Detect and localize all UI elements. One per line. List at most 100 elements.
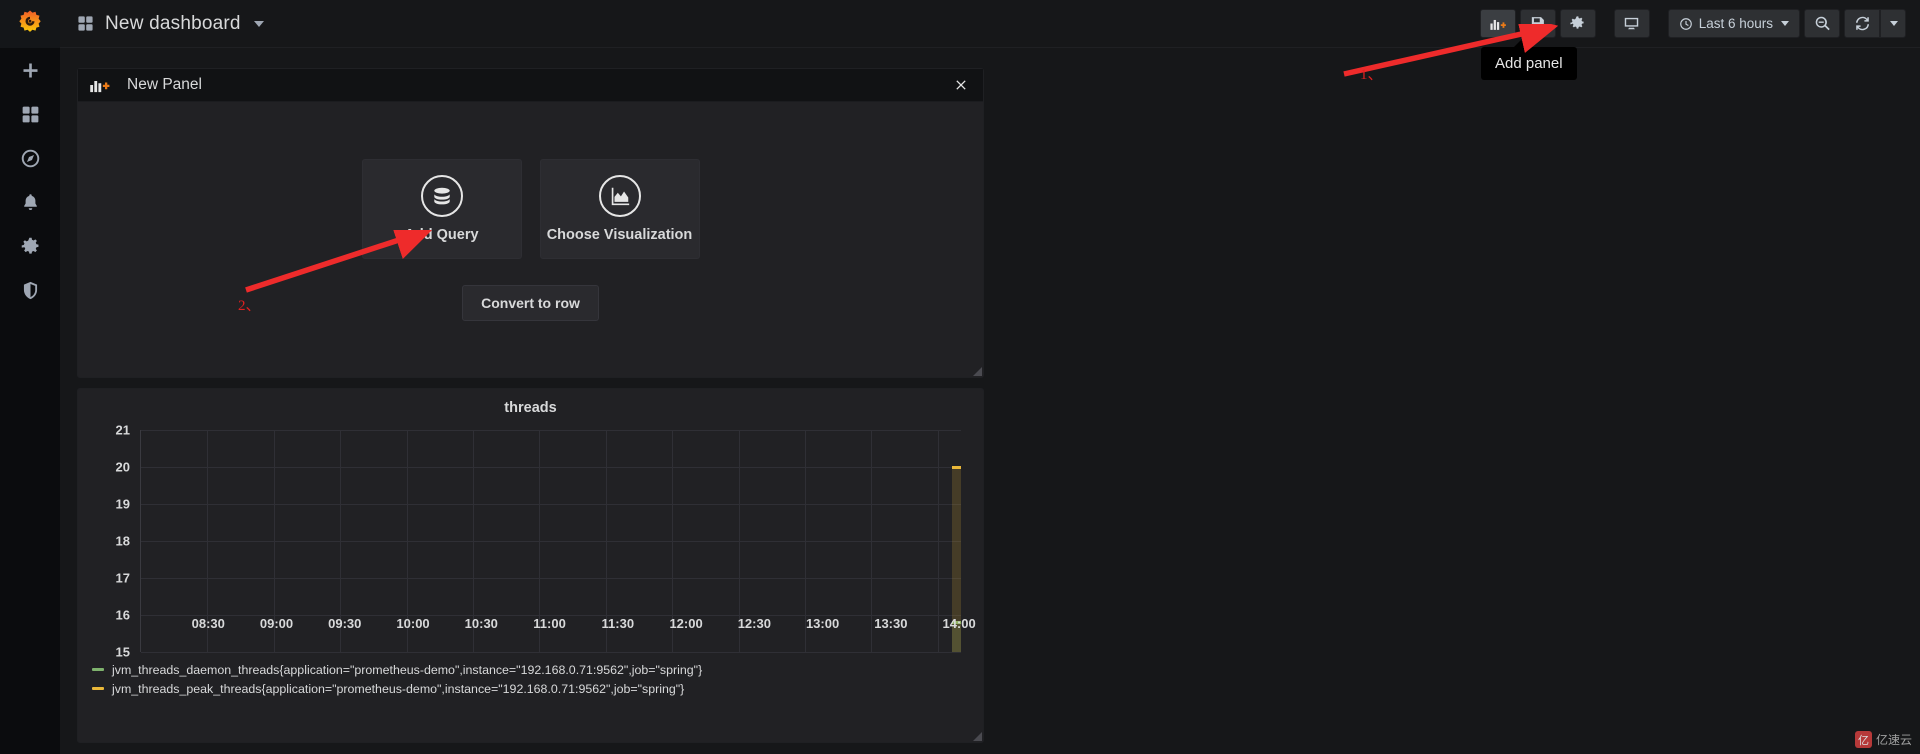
database-icon bbox=[420, 175, 463, 217]
toolbar: Last 6 hours bbox=[1479, 9, 1920, 38]
x-tick-label: 10:00 bbox=[396, 616, 430, 631]
new-panel-header: New Panel bbox=[78, 69, 983, 102]
sidebar-item-explore[interactable] bbox=[0, 136, 60, 180]
sidebar-item-create[interactable] bbox=[0, 48, 60, 92]
left-sidebar bbox=[0, 0, 60, 754]
new-panel-title[interactable]: New Panel bbox=[127, 76, 202, 94]
save-dashboard-button[interactable] bbox=[1519, 9, 1556, 38]
y-tick-label: 16 bbox=[115, 607, 130, 623]
bell-icon bbox=[23, 193, 37, 210]
add-panel-tooltip: Add panel bbox=[1481, 40, 1577, 80]
y-tick-label: 19 bbox=[115, 496, 130, 512]
grafana-logo-icon bbox=[19, 10, 41, 32]
gear-icon bbox=[21, 237, 38, 254]
sidebar-items bbox=[0, 48, 60, 312]
close-x-icon bbox=[956, 80, 966, 90]
x-tick-label: 09:30 bbox=[328, 616, 362, 631]
grid-line-horizontal bbox=[141, 504, 961, 505]
convert-to-row-button[interactable]: Convert to row bbox=[462, 285, 599, 321]
shield-icon bbox=[23, 281, 37, 299]
zoom-out-time-button[interactable] bbox=[1804, 9, 1840, 38]
add-panel-icon bbox=[90, 81, 110, 93]
panel-resize-handle[interactable] bbox=[973, 732, 982, 741]
threads-graph-panel: threads 21 20 19 18 17 16 15 08:30 09:00 09:30 10… bbox=[77, 388, 984, 743]
legend-item[interactable]: jvm_threads_daemon_threads{application="… bbox=[92, 660, 983, 679]
watermark-badge: 亿 bbox=[1854, 731, 1872, 748]
sidebar-item-alerting[interactable] bbox=[0, 180, 60, 224]
y-tick-label: 20 bbox=[115, 459, 130, 475]
top-navbar: New dashboard Last 6 hours bbox=[60, 0, 1920, 48]
refresh-button[interactable] bbox=[1844, 9, 1880, 38]
y-tick-label: 15 bbox=[115, 644, 130, 660]
grid-line-horizontal bbox=[141, 467, 961, 468]
sidebar-item-configuration[interactable] bbox=[0, 224, 60, 268]
choose-visualization-card[interactable]: Choose Visualization bbox=[539, 159, 700, 259]
legend-label: jvm_threads_daemon_threads{application="… bbox=[112, 662, 703, 677]
sidebar-item-server-admin[interactable] bbox=[0, 268, 60, 312]
x-tick-label: 09:00 bbox=[259, 616, 294, 631]
choose-visualization-label: Choose Visualization bbox=[546, 227, 693, 243]
cycle-view-mode-button[interactable] bbox=[1613, 9, 1650, 38]
chevron-down-icon bbox=[1890, 21, 1898, 26]
legend-item[interactable]: jvm_threads_peak_threads{application="pr… bbox=[92, 679, 983, 698]
new-panel-cards: Add Query Choose Visualization bbox=[361, 159, 700, 259]
annotation-number-2: 2、 bbox=[238, 298, 261, 314]
y-tick-label: 17 bbox=[115, 570, 130, 586]
x-tick-label: 14:00 bbox=[942, 616, 976, 631]
add-panel-icon bbox=[1490, 19, 1507, 30]
dashboard-settings-button[interactable] bbox=[1559, 9, 1596, 38]
clock-icon bbox=[1679, 17, 1692, 30]
grafana-app: New dashboard Last 6 hours Add panel New… bbox=[0, 0, 1920, 754]
y-tick-label: 18 bbox=[115, 533, 130, 549]
save-icon bbox=[1532, 17, 1545, 30]
x-tick-label: 13:30 bbox=[874, 616, 908, 631]
legend-color-swatch bbox=[92, 668, 104, 671]
grid-line-horizontal bbox=[141, 430, 961, 431]
chevron-down-icon[interactable] bbox=[253, 20, 264, 27]
database-glyph bbox=[433, 187, 450, 205]
y-axis: 21 20 19 18 17 16 15 bbox=[78, 423, 138, 660]
x-tick-label: 12:00 bbox=[669, 616, 703, 631]
dashboard-title[interactable]: New dashboard bbox=[105, 13, 241, 35]
zoom-out-icon bbox=[1815, 16, 1830, 31]
legend-color-swatch bbox=[92, 687, 104, 690]
x-tick-label: 11:30 bbox=[601, 616, 635, 631]
refresh-interval-dropdown[interactable] bbox=[1880, 9, 1906, 38]
plus-icon bbox=[23, 63, 37, 77]
compass-icon bbox=[21, 149, 39, 167]
time-range-picker[interactable]: Last 6 hours bbox=[1667, 9, 1800, 38]
area-chart-glyph bbox=[611, 187, 629, 206]
time-range-value: Last 6 hours bbox=[1698, 16, 1773, 31]
watermark-text: 亿速云 bbox=[1875, 733, 1912, 747]
breadcrumb: New dashboard bbox=[60, 13, 264, 35]
gear-icon bbox=[1570, 16, 1584, 29]
close-icon[interactable] bbox=[953, 77, 969, 93]
add-query-card[interactable]: Add Query bbox=[361, 159, 522, 259]
refresh-icon bbox=[1855, 16, 1869, 31]
add-query-label: Add Query bbox=[404, 227, 479, 243]
y-tick-label: 21 bbox=[115, 422, 130, 438]
watermark: 亿 亿速云 bbox=[1854, 731, 1912, 748]
dashboards-icon bbox=[22, 106, 38, 122]
legend-label: jvm_threads_peak_threads{application="pr… bbox=[112, 681, 685, 696]
x-tick-label: 12:30 bbox=[737, 616, 771, 631]
grafana-logo[interactable] bbox=[0, 0, 60, 48]
monitor-icon bbox=[1624, 17, 1639, 30]
refresh-group bbox=[1844, 9, 1906, 38]
dashboard-grid-icon bbox=[78, 16, 93, 31]
x-tick-label: 13:00 bbox=[805, 616, 840, 631]
x-tick-label: 10:30 bbox=[464, 616, 498, 631]
new-panel: New Panel Add Query Choose Visualization… bbox=[77, 68, 984, 378]
panel-resize-handle[interactable] bbox=[973, 367, 982, 376]
new-panel-body: Add Query Choose Visualization Convert t… bbox=[78, 102, 983, 378]
annotation-number-1: 1、 bbox=[1360, 67, 1383, 83]
sidebar-item-dashboards[interactable] bbox=[0, 92, 60, 136]
graph-legend: jvm_threads_daemon_threads{application="… bbox=[92, 660, 983, 698]
chevron-down-icon bbox=[1781, 21, 1789, 26]
graph-panel-title[interactable]: threads bbox=[78, 389, 983, 416]
grid-line-horizontal bbox=[141, 578, 961, 579]
series-line bbox=[952, 466, 961, 469]
x-axis: 08:30 09:00 09:30 10:00 10:30 11:00 11:30 12:00… bbox=[140, 611, 983, 635]
add-panel-button[interactable] bbox=[1479, 9, 1516, 38]
x-tick-label: 08:30 bbox=[191, 616, 225, 631]
